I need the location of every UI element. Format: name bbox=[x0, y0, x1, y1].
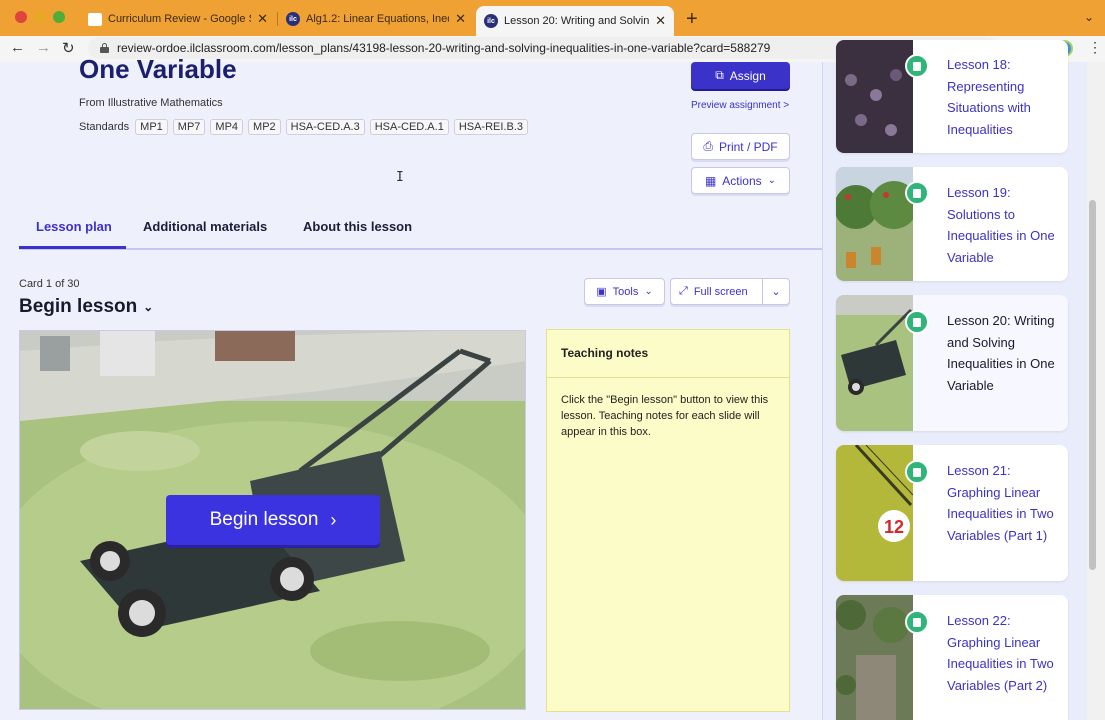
thumbnail-number: 12 bbox=[884, 517, 904, 537]
document-badge-icon bbox=[905, 460, 929, 484]
from-source: Illustrative Mathematics bbox=[107, 97, 223, 109]
tab-close-icon[interactable]: ✕ bbox=[455, 11, 466, 27]
grid-icon: ▦ bbox=[704, 173, 717, 188]
active-tab-indicator bbox=[19, 246, 126, 249]
begin-lesson-button[interactable]: Begin lesson › bbox=[166, 495, 380, 545]
back-arrow-icon[interactable]: ← bbox=[10, 39, 25, 56]
zoom-window-button[interactable] bbox=[53, 11, 65, 23]
full-screen-main[interactable]: ⤢ Full screen bbox=[671, 279, 763, 304]
tab-additional-materials[interactable]: Additional materials bbox=[143, 219, 267, 234]
browser-tab-bar: Curriculum Review - Google Sl ✕ ilc Alg1… bbox=[0, 0, 1105, 36]
assign-button[interactable]: ⧉ Assign bbox=[691, 62, 790, 89]
actions-button[interactable]: ▦ Actions ⌄ bbox=[691, 167, 790, 194]
forward-arrow-icon[interactable]: → bbox=[36, 39, 51, 56]
standards-label: Standards bbox=[79, 121, 130, 133]
document-badge-icon bbox=[905, 610, 929, 634]
close-window-button[interactable] bbox=[15, 11, 27, 23]
lesson-card-19[interactable]: Lesson 19: Solutions to Inequalities in … bbox=[836, 167, 1068, 281]
chevron-right-icon: › bbox=[330, 509, 337, 530]
lesson-card-18[interactable]: Lesson 18: Representing Situations with … bbox=[836, 40, 1068, 153]
lesson-card-title: Lesson 18: Representing Situations with … bbox=[947, 57, 1031, 137]
chevron-down-icon: ⌄ bbox=[644, 286, 653, 297]
browser-tab-alg[interactable]: ilc Alg1.2: Linear Equations, Inequ ✕ bbox=[278, 6, 474, 32]
standards-list: Standards MP1 MP7 MP4 MP2 HSA-CED.A.3 HS… bbox=[79, 119, 533, 135]
tab-title: Lesson 20: Writing and Solving bbox=[504, 15, 650, 27]
teaching-notes-panel: Teaching notes Click the "Begin lesson" … bbox=[546, 329, 790, 712]
ilc-icon: ilc bbox=[286, 12, 300, 26]
begin-lesson-label: Begin lesson bbox=[209, 509, 319, 530]
tab-close-icon[interactable]: ✕ bbox=[257, 11, 268, 27]
lesson-thumbnail bbox=[836, 295, 913, 431]
tab-lesson-plan[interactable]: Lesson plan bbox=[36, 219, 112, 234]
tab-title: Alg1.2: Linear Equations, Inequ bbox=[306, 13, 450, 25]
lesson-card-20[interactable]: Lesson 20: Writing and Solving Inequalit… bbox=[836, 295, 1068, 431]
standard-badge[interactable]: HSA-CED.A.3 bbox=[285, 119, 365, 135]
from-label: From bbox=[79, 97, 105, 109]
lesson-card-21[interactable]: 12 Lesson 21: Graphing Linear Inequaliti… bbox=[836, 445, 1068, 581]
teaching-notes-title: Teaching notes bbox=[547, 330, 789, 378]
lesson-tabs: Lesson plan Additional materials About t… bbox=[19, 212, 822, 250]
reload-icon[interactable]: ↻ bbox=[62, 39, 75, 57]
card-counter: Card 1 of 30 bbox=[19, 278, 80, 290]
standard-badge[interactable]: MP7 bbox=[172, 119, 206, 135]
url-text: review-ordoe.ilclassroom.com/lesson_plan… bbox=[117, 41, 771, 55]
card-title: Begin lesson bbox=[19, 296, 138, 317]
document-badge-icon bbox=[905, 310, 929, 334]
standard-badge[interactable]: HSA-REI.B.3 bbox=[453, 119, 528, 135]
lesson-card-title: Lesson 20: Writing and Solving Inequalit… bbox=[947, 313, 1055, 393]
print-pdf-button[interactable]: ⎙ Print / PDF bbox=[691, 133, 790, 160]
tab-about-this-lesson[interactable]: About this lesson bbox=[303, 219, 412, 234]
page-title: One Variable bbox=[79, 54, 237, 84]
printer-icon: ⎙ bbox=[703, 139, 713, 153]
browser-tab-lesson-20[interactable]: ilc Lesson 20: Writing and Solving ✕ bbox=[476, 6, 674, 36]
sidebar-scrollbar-thumb[interactable] bbox=[1089, 200, 1096, 570]
lesson-thumbnail bbox=[836, 40, 913, 153]
teaching-notes-body: Click the "Begin lesson" button to view … bbox=[561, 394, 769, 438]
lesson-card-title: Lesson 21: Graphing Linear Inequalities … bbox=[947, 463, 1054, 543]
lesson-card-title: Lesson 22: Graphing Linear Inequalities … bbox=[947, 613, 1054, 693]
full-screen-label: Full screen bbox=[693, 285, 748, 298]
lesson-thumbnail: 12 bbox=[836, 445, 913, 581]
lesson-card-title: Lesson 19: Solutions to Inequalities in … bbox=[947, 185, 1055, 265]
lesson-card-22[interactable]: Lesson 22: Graphing Linear Inequalities … bbox=[836, 595, 1068, 720]
lesson-thumbnail bbox=[836, 595, 913, 720]
tab-title: Curriculum Review - Google Sl bbox=[108, 13, 252, 25]
source-line: From Illustrative Mathematics bbox=[79, 97, 223, 109]
card-title-dropdown[interactable]: Begin lesson ⌄ bbox=[19, 296, 153, 318]
document-badge-icon bbox=[905, 54, 929, 78]
new-tab-icon[interactable]: + bbox=[686, 8, 698, 31]
lock-icon bbox=[100, 43, 109, 53]
chevron-down-icon: ⌄ bbox=[767, 175, 777, 186]
tools-label: Tools bbox=[612, 285, 639, 298]
assign-label: Assign bbox=[729, 68, 766, 83]
external-link-icon: ⧉ bbox=[715, 68, 724, 82]
tools-button[interactable]: ▣ Tools ⌄ bbox=[584, 278, 665, 305]
ilc-icon: ilc bbox=[484, 14, 498, 28]
browser-tab-curriculum-review[interactable]: Curriculum Review - Google Sl ✕ bbox=[80, 6, 276, 32]
actions-label: Actions bbox=[722, 173, 762, 188]
chevron-down-icon[interactable]: ⌄ bbox=[1084, 10, 1094, 24]
chevron-down-icon: ⌄ bbox=[143, 300, 154, 314]
standard-badge[interactable]: MP2 bbox=[248, 119, 281, 135]
standard-badge[interactable]: HSA-CED.A.1 bbox=[369, 119, 449, 135]
google-slides-icon bbox=[88, 12, 102, 26]
standard-badge[interactable]: MP4 bbox=[210, 119, 244, 135]
tab-close-icon[interactable]: ✕ bbox=[655, 13, 666, 29]
document-badge-icon bbox=[905, 181, 929, 205]
more-menu-icon[interactable]: ⋮ bbox=[1088, 39, 1102, 56]
text-cursor-icon: I bbox=[396, 170, 404, 185]
minimize-window-button[interactable] bbox=[34, 11, 46, 23]
chevron-down-icon[interactable]: ⌄ bbox=[763, 285, 789, 298]
lesson-thumbnail bbox=[836, 167, 913, 281]
standard-badge[interactable]: MP1 bbox=[135, 119, 168, 135]
expand-icon: ⤢ bbox=[679, 285, 688, 297]
print-label: Print / PDF bbox=[718, 139, 778, 154]
full-screen-button[interactable]: ⤢ Full screen ⌄ bbox=[670, 278, 790, 305]
toolbox-icon: ▣ bbox=[596, 286, 607, 298]
preview-assignment-link[interactable]: Preview assignment > bbox=[691, 100, 789, 111]
